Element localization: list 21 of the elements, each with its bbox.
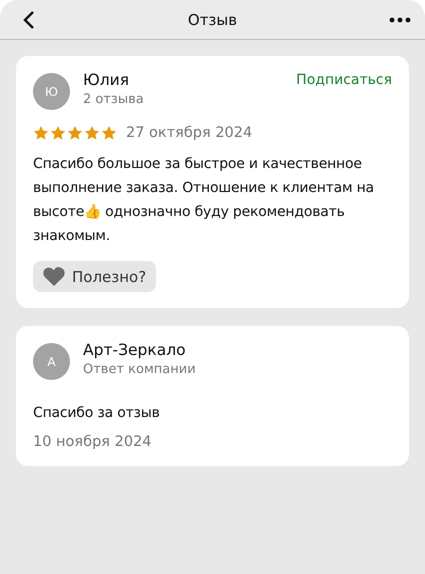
reply-date: 10 ноября 2024: [33, 434, 153, 450]
star-icon: [33, 125, 49, 141]
helpful-button[interactable]: Полезно?: [33, 261, 156, 292]
company-name: Арт-Зеркало: [83, 341, 187, 359]
heart-icon: [43, 267, 65, 286]
page-title: Отзыв: [188, 10, 238, 28]
back-button[interactable]: [22, 10, 36, 30]
star-icon: [101, 125, 117, 141]
author-name: Юлия: [83, 71, 130, 89]
star-icon: [84, 125, 100, 141]
review-date: 27 октября 2024: [126, 125, 252, 141]
review-text: Спасибо большое за быстрое и качественное выполнение заказа. Отношение к клиентам на высоте👍 однозначно буду рекомендовать знакомым.: [33, 155, 375, 246]
star-icon: [67, 125, 83, 141]
reply-label: Ответ компании: [83, 362, 197, 377]
more-button[interactable]: [389, 16, 411, 22]
avatar: А: [33, 343, 70, 380]
reviews-count: 2 отзыва: [83, 92, 145, 107]
reply-text: Спасибо за отзыв: [33, 404, 161, 423]
subscribe-link[interactable]: Подписаться: [296, 72, 392, 88]
avatar: Ю: [33, 73, 70, 110]
star-icon: [50, 125, 66, 141]
